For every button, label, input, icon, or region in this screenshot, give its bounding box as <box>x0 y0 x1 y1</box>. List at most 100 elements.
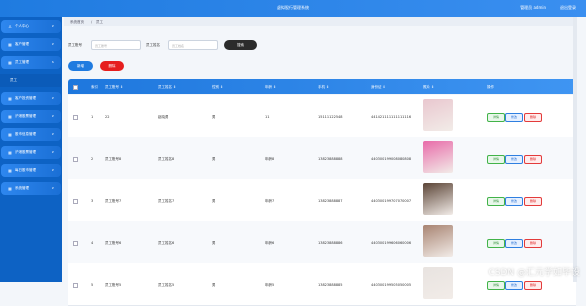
sidebar-item[interactable]: ▦ 沪港股票管理 ∨ <box>1 110 61 123</box>
search-account-input[interactable]: 员工账号 <box>91 40 141 50</box>
cell-phone: 13823888888 <box>318 157 343 161</box>
chevron-icon: ∨ <box>51 168 54 172</box>
cell-gender: 男 <box>212 115 216 119</box>
edit-button[interactable]: 修改 <box>505 113 523 122</box>
edit-button[interactable]: 修改 <box>505 155 523 164</box>
cell-phone: 15111122548 <box>318 115 343 119</box>
search-name-input[interactable]: 员工姓名 <box>168 40 218 50</box>
sidebar-item-label: 员工 <box>10 78 17 82</box>
sidebar-item[interactable]: ▦ 股市信息管理 ∨ <box>1 128 61 141</box>
table-row: 3 员工账号7 员工姓名7 男 年龄7 13823888887 44030019970707… <box>68 179 576 222</box>
cell-age: 年龄8 <box>265 157 275 161</box>
cell-gender: 男 <box>212 157 216 161</box>
employee-photo <box>423 267 453 299</box>
column-header[interactable]: 性别 ⇕ <box>212 85 223 90</box>
row-checkbox[interactable] <box>73 283 78 288</box>
cell-gender: 男 <box>212 283 216 287</box>
cell-idcard: 440300199008080808 <box>371 157 412 161</box>
logout-link[interactable]: 退出登录 <box>560 5 576 11</box>
sidebar-item-label: 客户投资管理 <box>15 96 36 100</box>
cell-gender: 男 <box>212 241 216 245</box>
sidebar-item[interactable]: ♙ 个人中心 ∨ <box>1 20 61 33</box>
sidebar-item[interactable]: ▦ 员工管理 ∧ <box>1 56 61 69</box>
column-header[interactable]: 员工账号 ⇕ <box>105 85 123 90</box>
grid-icon: ▦ <box>8 95 12 101</box>
row-checkbox[interactable] <box>73 199 78 204</box>
detail-button[interactable]: 详情 <box>487 281 505 290</box>
grid-icon: ▦ <box>8 131 12 137</box>
sidebar-item[interactable]: ▦ 客户管理 ∨ <box>1 38 61 51</box>
cell-idcard: 440300199707070007 <box>371 199 412 203</box>
sidebar: ⌂系统首页♙个人中心∨▦客户管理∨▦员工管理∧员工▦客户投资管理∨▦沪港股票管理… <box>0 0 62 282</box>
grid-icon: ▦ <box>8 149 12 155</box>
cell-gender: 男 <box>212 199 216 203</box>
chevron-icon: ∨ <box>51 132 54 136</box>
table-row: 4 员工账号6 员工姓名6 男 年龄6 13823888886 44030019960606… <box>68 221 576 264</box>
sidebar-item-label: 沪港股票管理 <box>15 114 36 118</box>
current-user: 管理员 admin <box>520 5 546 10</box>
sidebar-item-label: 沪港股票管理 <box>15 150 36 154</box>
table-row: 2 员工账号8 员工姓名8 男 年龄8 13823888888 44030019900808… <box>68 137 576 180</box>
delete-button[interactable]: 删除 <box>524 239 542 248</box>
cell-account: 员工账号6 <box>105 241 122 245</box>
grid-icon: ▦ <box>8 59 12 65</box>
breadcrumb: 系统首页 / 员工 <box>64 17 574 26</box>
cell-account: 员工账号7 <box>105 199 122 203</box>
cell-age: 年龄6 <box>265 241 275 245</box>
edit-button[interactable]: 修改 <box>505 239 523 248</box>
column-header[interactable]: 操作 <box>487 85 494 90</box>
watermark: CSDN @汇元学如毕设 <box>488 268 580 278</box>
chevron-icon: ∨ <box>51 42 54 46</box>
search-button[interactable]: 搜索 <box>224 40 257 50</box>
sidebar-item[interactable]: ▦ 每日股市管理 ∨ <box>1 164 61 177</box>
select-all-checkbox[interactable] <box>73 84 78 90</box>
cell-index: 1 <box>91 115 94 119</box>
breadcrumb-home[interactable]: 系统首页 <box>70 20 84 25</box>
row-checkbox[interactable] <box>73 157 78 162</box>
delete-button[interactable]: 删除 <box>524 113 542 122</box>
column-header[interactable]: 身份证 ⇕ <box>371 85 386 90</box>
cell-idcard: 440300199505050005 <box>371 283 412 287</box>
employee-photo <box>423 183 453 215</box>
app-title: 虚拟股行管理系统 <box>277 5 309 10</box>
employee-photo <box>423 99 453 131</box>
detail-button[interactable]: 详情 <box>487 155 505 164</box>
add-button[interactable]: 新增 <box>68 61 93 71</box>
sidebar-item[interactable]: 员工 <box>0 74 61 87</box>
edit-button[interactable]: 修改 <box>505 281 523 290</box>
detail-button[interactable]: 详情 <box>487 239 505 248</box>
row-checkbox[interactable] <box>73 115 78 120</box>
top-bar: 虚拟股行管理系统 管理员 admin 退出登录 <box>0 0 586 17</box>
search-account-label: 员工账号 <box>68 43 82 47</box>
cell-age: 年龄5 <box>265 283 275 287</box>
delete-button[interactable]: 删除 <box>524 155 542 164</box>
column-header[interactable]: 手机 ⇕ <box>318 85 329 90</box>
cell-idcard: 440300199606060006 <box>371 241 412 245</box>
column-header[interactable]: 索引 <box>91 85 98 90</box>
column-header[interactable]: 员工姓名 ⇕ <box>158 85 176 90</box>
cell-phone: 13823888886 <box>318 241 343 245</box>
detail-button[interactable]: 详情 <box>487 113 505 122</box>
cell-name: 员工姓名5 <box>158 283 175 287</box>
chevron-icon: ∨ <box>51 150 54 154</box>
detail-button[interactable]: 详情 <box>487 197 505 206</box>
sidebar-item-label: 员工管理 <box>15 60 29 64</box>
delete-button[interactable]: 删除 <box>524 197 542 206</box>
sidebar-item[interactable]: ▦ 客户投资管理 ∨ <box>1 92 61 105</box>
sidebar-item[interactable]: ▦ 沪港股票管理 ∨ <box>1 146 61 159</box>
breadcrumb-separator: / <box>91 19 93 24</box>
batch-delete-button[interactable]: 删除 <box>100 61 124 71</box>
column-header[interactable]: 年龄 ⇕ <box>265 85 276 90</box>
sidebar-item-label: 系统管理 <box>15 186 29 190</box>
row-checkbox[interactable] <box>73 241 78 246</box>
cell-index: 3 <box>91 199 94 203</box>
column-header[interactable]: 照片 ⇕ <box>423 85 434 90</box>
scrollbar[interactable] <box>573 17 577 282</box>
delete-button[interactable]: 删除 <box>524 281 542 290</box>
table-row: 1 22 赵晓勇 男 11 15111122548 441421111111111116 详情… <box>68 95 576 138</box>
edit-button[interactable]: 修改 <box>505 197 523 206</box>
cell-name: 员工姓名8 <box>158 157 175 161</box>
sidebar-item[interactable]: ▦ 系统管理 ∨ <box>1 182 61 195</box>
cell-index: 5 <box>91 283 94 287</box>
sidebar-item-label: 个人中心 <box>15 24 29 28</box>
